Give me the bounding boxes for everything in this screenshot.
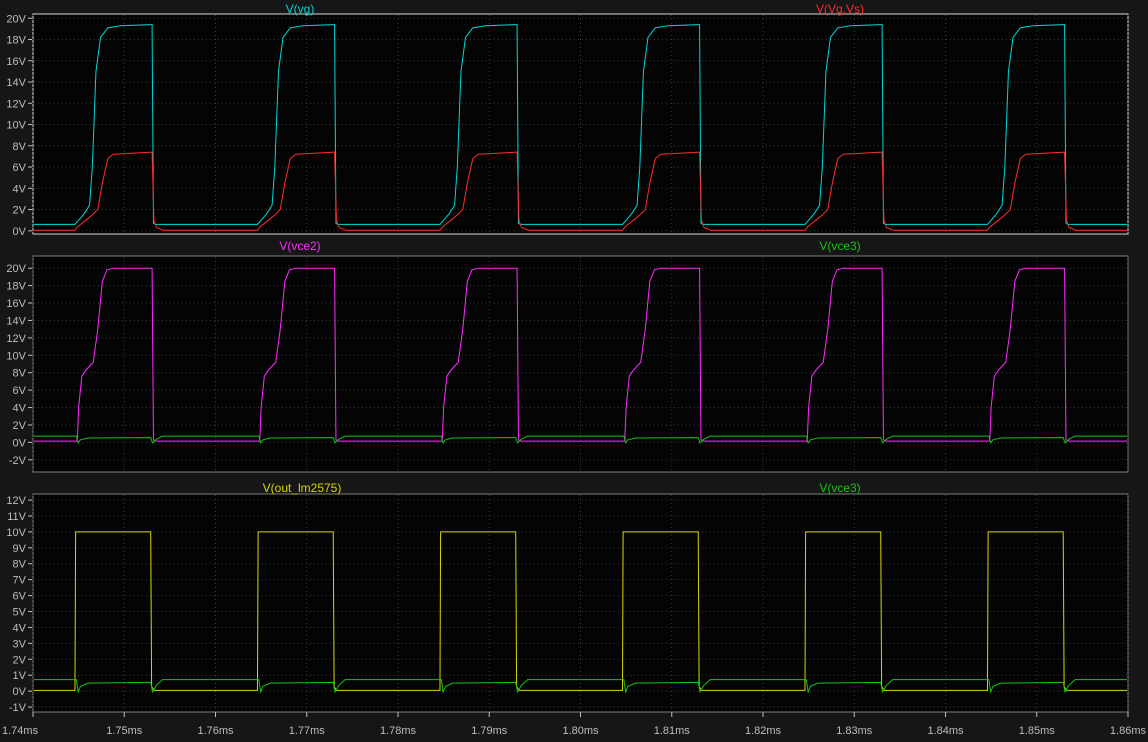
y-tick-label: 7V	[13, 575, 27, 587]
y-tick-label: 2V	[13, 654, 27, 666]
y-tick-label: 20V	[6, 13, 26, 25]
trace-label-out-lm2575[interactable]: V(out_lm2575)	[263, 482, 342, 495]
y-tick-label: 6V	[13, 591, 27, 603]
y-tick-label: 5V	[13, 607, 27, 619]
waveform-viewer: 0V 2V 4V 6V 8V 10V 12V 14V 16V 18V 20V -2V 0V 2V 4V 6V 8…	[0, 0, 1148, 742]
y-tick-label: 10V	[6, 350, 26, 362]
y-tick-label: 3V	[13, 638, 27, 650]
y-tick-label: 2V	[13, 420, 27, 432]
y-tick-label: 4V	[13, 403, 27, 415]
x-tick-label: 1.75ms	[106, 725, 143, 737]
y-tick-label: 18V	[6, 281, 26, 293]
y-tick-label: 16V	[6, 56, 26, 68]
y-tick-label: 12V	[6, 495, 26, 507]
y-tick-label: 11V	[7, 511, 26, 523]
y-tick-label: 20V	[6, 263, 26, 275]
x-tick-label: 1.78ms	[380, 725, 417, 737]
y-tick-label: 8V	[13, 141, 27, 153]
x-tick-label: 1.82ms	[745, 725, 782, 737]
x-tick-label: 1.84ms	[927, 725, 964, 737]
y-tick-label: 8V	[13, 559, 27, 571]
trace-label-vg-vs[interactable]: V(Vg,Vs)	[816, 3, 864, 16]
x-tick-label: 1.79ms	[471, 725, 508, 737]
y-tick-label: 8V	[13, 368, 27, 380]
x-tick-label: 1.86ms	[1110, 725, 1147, 737]
y-tick-label: 2V	[13, 205, 27, 217]
y-tick-label: 18V	[6, 35, 26, 47]
y-tick-label: 10V	[6, 527, 26, 539]
x-tick-label: 1.85ms	[1019, 725, 1056, 737]
y-tick-label: -2V	[9, 455, 27, 467]
trace-label-vg[interactable]: V(vg)	[286, 3, 315, 16]
y-tick-label: 10V	[6, 120, 26, 132]
y-tick-label: 4V	[13, 183, 27, 195]
trace-label-vce3-bottom[interactable]: V(vce3)	[819, 482, 860, 495]
y-tick-label: 0V	[13, 437, 27, 449]
y-tick-label: 4V	[13, 622, 27, 634]
y-tick-label: 12V	[6, 98, 26, 110]
plot-svg[interactable]: 0V 2V 4V 6V 8V 10V 12V 14V 16V 18V 20V -2V 0V 2V 4V 6V 8…	[0, 0, 1148, 742]
trace-label-vce3-mid[interactable]: V(vce3)	[819, 240, 860, 253]
trace-label-vce2[interactable]: V(vce2)	[279, 240, 320, 253]
y-tick-label: 6V	[13, 162, 27, 174]
y-tick-label: 6V	[13, 385, 27, 397]
plot-area-middle[interactable]	[32, 255, 1129, 473]
y-tick-label: 9V	[13, 543, 27, 555]
y-tick-label: 1V	[13, 670, 27, 682]
x-tick-label: 1.74ms	[2, 725, 39, 737]
y-tick-label: 12V	[6, 333, 26, 345]
x-tick-label: 1.77ms	[289, 725, 326, 737]
y-tick-label: 0V	[13, 686, 27, 698]
y-tick-label: 14V	[6, 315, 26, 327]
x-tick-label: 1.83ms	[836, 725, 873, 737]
y-tick-label: 16V	[6, 298, 26, 310]
x-tick-label: 1.81ms	[654, 725, 691, 737]
y-tick-label: 14V	[6, 77, 26, 89]
y-tick-label: 0V	[13, 226, 27, 238]
x-tick-label: 1.80ms	[562, 725, 599, 737]
x-tick-label: 1.76ms	[197, 725, 234, 737]
y-tick-label: -1V	[9, 702, 27, 714]
